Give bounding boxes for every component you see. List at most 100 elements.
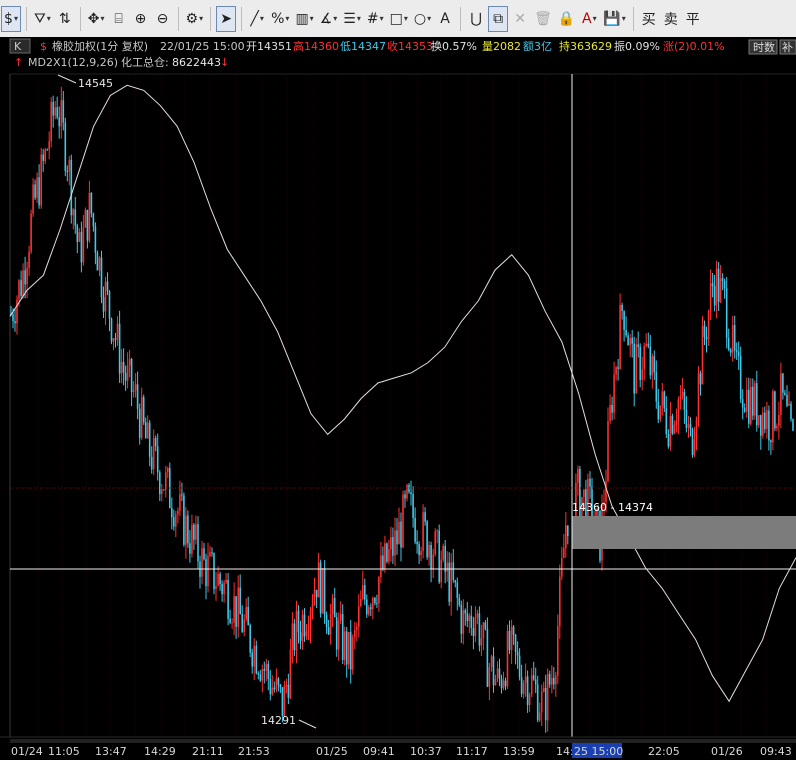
time-scrollbar[interactable]: [10, 739, 796, 743]
time-axis-tick-label: 01/26: [711, 745, 743, 758]
lock-icon: 🔒: [557, 10, 576, 27]
quote-amplitude-value: 0.09%: [625, 40, 660, 53]
candle-body: [488, 667, 491, 687]
dropdown-arrow-icon[interactable]: ▾: [380, 14, 384, 23]
settings-icon: ⚙: [185, 10, 199, 27]
dropdown-arrow-icon[interactable]: ▾: [333, 14, 337, 23]
candle-body: [163, 489, 165, 491]
candle-body: [583, 489, 585, 498]
candle-body: [615, 367, 617, 375]
candle-body: [466, 613, 469, 622]
buy-button[interactable]: 买: [639, 6, 659, 32]
dropdown-arrow-icon[interactable]: ▾: [260, 14, 264, 23]
dropdown-arrow-icon[interactable]: ▾: [404, 14, 408, 23]
text-tool-button[interactable]: A: [435, 6, 455, 32]
filter-button[interactable]: ⛛ ▾: [32, 6, 53, 32]
dropdown-arrow-icon[interactable]: ▾: [101, 14, 105, 23]
candle-body: [104, 281, 107, 312]
candle-body: [557, 626, 559, 676]
candle-body: [621, 304, 623, 312]
candle-body: [247, 606, 249, 626]
dropdown-arrow-icon[interactable]: ▾: [427, 14, 431, 23]
ellipse-tool-button[interactable]: ○ ▾: [412, 6, 433, 32]
candle-body: [514, 634, 517, 652]
copy-drawing-button[interactable]: ⧉: [488, 5, 509, 32]
candle-body: [34, 184, 36, 198]
chart-area[interactable]: K $ 橡胶加权(1分 复权) 22/01/25 15:00 开 14351 高 14…: [0, 37, 796, 760]
zoom-out-button[interactable]: ⊖: [153, 6, 173, 32]
currency-selector-button[interactable]: $ ▾: [1, 5, 21, 32]
trash-button[interactable]: 🗑: [532, 6, 554, 32]
crosshair-time-label: 25 15:00: [574, 745, 623, 758]
candle-body: [287, 685, 290, 698]
chart-svg[interactable]: K $ 橡胶加权(1分 复权) 22/01/25 15:00 开 14351 高 14…: [0, 37, 796, 760]
line-tool-button[interactable]: ╱ ▾: [247, 6, 267, 32]
magnet-button[interactable]: ⋃: [466, 6, 486, 32]
sell-button[interactable]: 卖: [661, 6, 681, 32]
dropdown-arrow-icon[interactable]: ▾: [199, 14, 203, 23]
angle-tool-button[interactable]: ∡ ▾: [318, 6, 340, 32]
grid-tool-button[interactable]: # ▾: [365, 6, 386, 32]
magnet-icon: ⋃: [470, 10, 482, 27]
candle-body: [444, 545, 446, 572]
save-template-icon: 💾: [603, 10, 621, 27]
candle-body: [62, 100, 65, 123]
candle-body: [390, 537, 392, 550]
candle-body: [472, 628, 475, 636]
toolbar-separator: [177, 6, 179, 31]
dropdown-arrow-icon[interactable]: ▾: [593, 14, 597, 23]
candle-body: [452, 562, 455, 581]
candle-body: [118, 323, 121, 374]
dropdown-arrow-icon[interactable]: ▾: [357, 14, 361, 23]
ellipse-tool-icon: ○: [413, 10, 427, 27]
text-tool-icon: A: [440, 10, 450, 27]
period-switch-button[interactable]: ⇅: [55, 6, 75, 32]
column-width-button[interactable]: ⌸: [109, 6, 129, 32]
candle-body: [261, 669, 264, 681]
candle-body: [227, 580, 229, 619]
candle-body: [245, 606, 247, 620]
candle-body: [635, 344, 637, 394]
quote-amount-value: 3亿: [534, 40, 552, 53]
rectangle-tool-button[interactable]: □ ▾: [388, 6, 410, 32]
candle-body: [764, 412, 766, 429]
candle-body: [484, 622, 487, 629]
candle-body: [82, 227, 85, 263]
dropdown-arrow-icon[interactable]: ▾: [285, 14, 289, 23]
dropdown-arrow-icon[interactable]: ▾: [14, 14, 18, 23]
cursor-tool-button[interactable]: ➤: [216, 5, 237, 32]
dropdown-arrow-icon[interactable]: ▾: [622, 14, 626, 23]
candle-body: [74, 209, 77, 226]
settings-button[interactable]: ⚙ ▾: [184, 6, 206, 32]
candle-body: [707, 311, 710, 340]
delete-drawing-button[interactable]: ✕: [510, 6, 530, 32]
dropdown-arrow-icon[interactable]: ▾: [47, 14, 51, 23]
candle-body: [165, 472, 167, 490]
candle-body: [78, 231, 81, 242]
symbol-name: 橡胶加权(1分 复权): [52, 39, 148, 53]
sell-icon: 卖: [663, 11, 678, 28]
level-tool-button[interactable]: ☰ ▾: [341, 6, 363, 32]
candle-body: [629, 337, 631, 346]
save-template-button[interactable]: 💾 ▾: [601, 6, 627, 32]
candle-body: [551, 677, 553, 685]
candle-body: [366, 599, 368, 615]
candle-body: [384, 543, 386, 570]
pan-tool-button[interactable]: ✥ ▾: [86, 6, 107, 32]
price-range-box[interactable]: [572, 516, 796, 549]
text-color-button[interactable]: A ▾: [579, 6, 599, 32]
candle-body: [762, 412, 764, 436]
close-position-button[interactable]: 平: [683, 6, 703, 32]
fibonacci-tool-button[interactable]: % ▾: [269, 6, 291, 32]
channel-tool-button[interactable]: ▥ ▾: [293, 6, 315, 32]
candle-body: [297, 610, 300, 633]
zoom-in-button[interactable]: ⊕: [131, 6, 151, 32]
candle-body: [378, 577, 380, 604]
dropdown-arrow-icon[interactable]: ▾: [310, 14, 314, 23]
lock-button[interactable]: 🔒: [556, 6, 577, 32]
candle-body: [229, 618, 231, 623]
candle-body: [339, 614, 342, 621]
candle-body: [96, 252, 99, 271]
candle-body: [156, 446, 159, 473]
candle-body: [434, 531, 436, 555]
